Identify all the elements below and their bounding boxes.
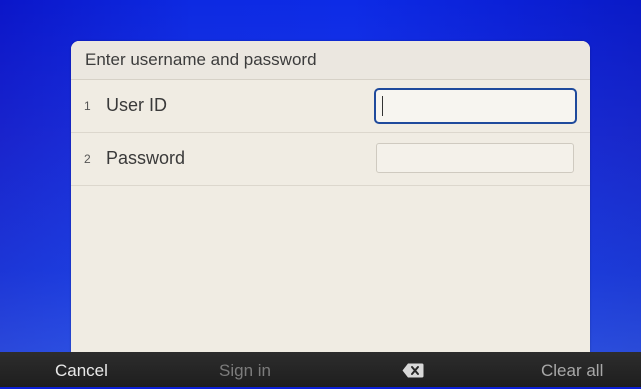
- password-row: 2 Password: [71, 133, 590, 186]
- sign-in-button[interactable]: Sign in: [219, 352, 271, 387]
- password-label: Password: [106, 148, 186, 168]
- backspace-icon-graphic: [402, 363, 424, 378]
- backspace-icon[interactable]: [402, 363, 424, 378]
- field-number: 2: [84, 152, 91, 166]
- dialog-title: Enter username and password: [71, 41, 590, 80]
- clear-all-button[interactable]: Clear all: [541, 352, 603, 387]
- user-id-label: User ID: [106, 95, 168, 115]
- text-caret: [382, 96, 383, 116]
- user-id-row: 1 User ID: [71, 80, 590, 133]
- field-number: 1: [84, 99, 91, 113]
- cancel-button[interactable]: Cancel: [55, 352, 108, 387]
- password-input[interactable]: [376, 143, 574, 173]
- user-id-input[interactable]: [374, 88, 577, 124]
- login-dialog: Enter username and password 1 User ID 2 …: [71, 41, 590, 353]
- bottom-action-bar: Cancel Sign in Clear all: [0, 352, 641, 387]
